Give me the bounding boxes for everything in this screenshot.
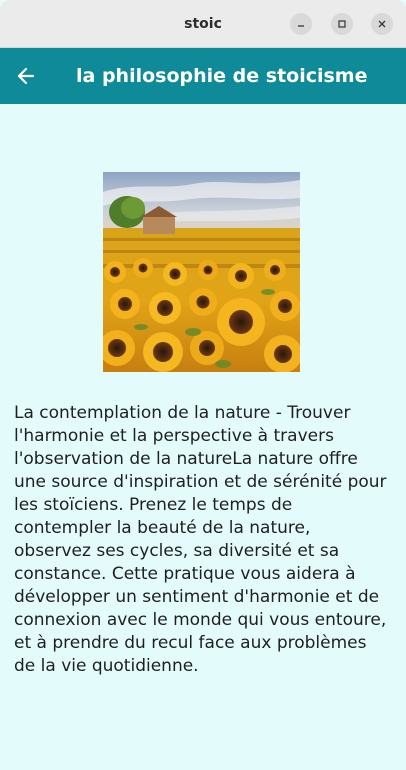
window-titlebar[interactable]: stoic [0, 0, 406, 48]
sunflower-image [103, 172, 300, 372]
close-icon [378, 20, 386, 28]
app-bar: la philosophie de stoicisme [0, 48, 406, 104]
close-button[interactable] [371, 13, 393, 35]
arrow-back-icon [17, 67, 35, 85]
app-window: stoic la philosophie de stoicisme La con… [0, 0, 406, 770]
sunflower-painting [103, 172, 300, 372]
maximize-button[interactable] [331, 13, 353, 35]
maximize-icon [338, 20, 346, 28]
minimize-button[interactable] [290, 13, 312, 35]
page-title: la philosophie de stoicisme [76, 65, 368, 87]
back-button[interactable] [12, 62, 40, 90]
description-text: La contemplation de la nature - Trouver … [14, 403, 387, 676]
minimize-icon [298, 25, 304, 27]
